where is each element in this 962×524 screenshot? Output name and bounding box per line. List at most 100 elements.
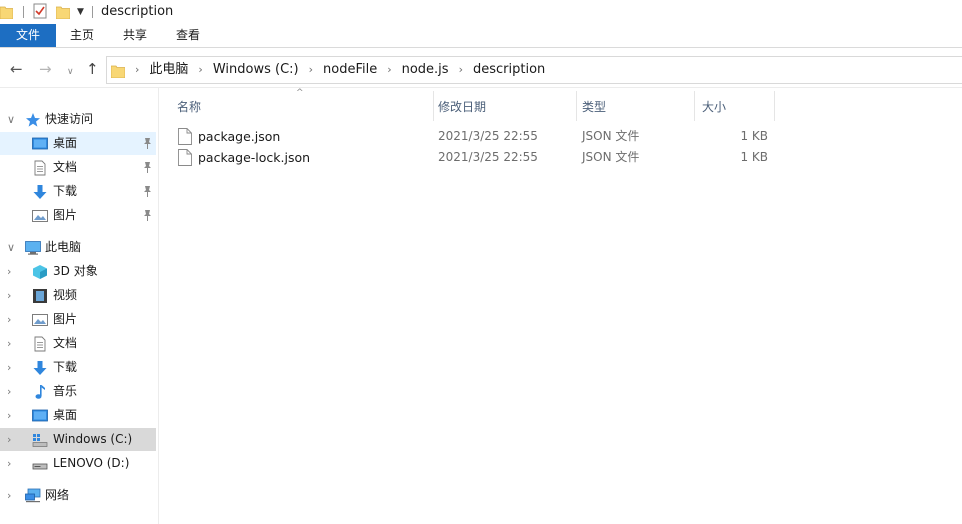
video-icon <box>33 289 47 303</box>
pin-icon[interactable] <box>142 161 153 174</box>
computer-icon <box>25 241 41 255</box>
drive-icon <box>32 463 48 470</box>
sidebar-item-pictures-pinned[interactable]: 图片 <box>0 204 156 227</box>
sidebar-item-desktop[interactable]: › 桌面 <box>0 404 156 427</box>
sidebar-item-network[interactable]: › 网络 <box>0 484 156 507</box>
address-bar[interactable]: › 此电脑 › Windows (C:) › nodeFile › node.j… <box>106 56 962 84</box>
network-icon <box>25 488 41 503</box>
desktop-icon <box>32 409 48 422</box>
chevron-right-icon[interactable]: › <box>7 457 11 470</box>
download-icon <box>33 361 47 375</box>
pin-icon[interactable] <box>142 137 153 150</box>
breadcrumb-windows-c[interactable]: Windows (C:) <box>213 62 299 78</box>
sidebar-item-label: 网络 <box>45 488 70 502</box>
pin-icon[interactable] <box>142 209 153 222</box>
chevron-right-icon[interactable]: › <box>7 337 11 350</box>
chevron-right-icon[interactable]: › <box>7 289 11 302</box>
column-header-name[interactable]: 名称 <box>177 93 433 121</box>
sidebar-item-this-pc[interactable]: ∨ 此电脑 <box>0 236 156 259</box>
sidebar-item-label: Windows (C:) <box>53 432 133 446</box>
up-arrow-icon[interactable]: ↑ <box>86 60 99 78</box>
chevron-right-icon[interactable]: › <box>7 313 11 326</box>
download-icon <box>33 185 47 199</box>
chevron-right-icon[interactable]: › <box>7 385 11 398</box>
file-date: 2021/3/25 22:55 <box>438 150 538 164</box>
sidebar-item-lenovo-d[interactable]: › LENOVO (D:) <box>0 452 156 475</box>
sidebar-item-label: 下载 <box>53 184 78 198</box>
column-header-date[interactable]: 修改日期 <box>438 93 576 121</box>
tab-share[interactable]: 共享 <box>114 24 156 47</box>
breadcrumb-description[interactable]: description <box>473 62 545 78</box>
file-size: 1 KB <box>740 129 768 143</box>
back-arrow-icon[interactable]: ← <box>10 60 23 78</box>
picture-icon <box>32 314 48 326</box>
file-type: JSON 文件 <box>582 150 640 164</box>
3d-objects-icon <box>33 265 47 279</box>
file-size: 1 KB <box>740 150 768 164</box>
customize-toolbar-dropdown-icon[interactable]: ▼ <box>77 5 84 19</box>
recent-locations-chevron-icon[interactable]: ∨ <box>67 63 74 81</box>
sidebar-item-label: 视频 <box>53 288 78 302</box>
tab-file[interactable]: 文件 <box>0 24 56 47</box>
desktop-icon <box>32 137 48 150</box>
forward-arrow-icon[interactable]: → <box>39 60 52 78</box>
column-header-type[interactable]: 类型 <box>582 93 694 121</box>
chevron-right-icon[interactable]: › <box>459 63 463 77</box>
file-name: package.json <box>198 129 281 144</box>
breadcrumb-this-pc[interactable]: 此电脑 <box>149 62 188 78</box>
chevron-right-icon[interactable]: › <box>7 265 11 278</box>
chevron-down-icon[interactable]: ∨ <box>7 241 15 254</box>
chevron-down-icon[interactable]: ∨ <box>7 113 15 126</box>
chevron-right-icon[interactable]: › <box>7 433 11 446</box>
properties-icon[interactable] <box>33 3 47 19</box>
pin-icon[interactable] <box>142 185 153 198</box>
file-row-package-json[interactable]: package.json 2021/3/25 22:55 JSON 文件 1 K… <box>174 126 774 147</box>
chevron-right-icon[interactable]: › <box>7 409 11 422</box>
file-row-package-lock-json[interactable]: package-lock.json 2021/3/25 22:55 JSON 文… <box>174 147 774 168</box>
sidebar-item-label: LENOVO (D:) <box>53 456 130 470</box>
breadcrumb-nodefile[interactable]: nodeFile <box>323 62 377 78</box>
chevron-right-icon[interactable]: › <box>387 63 391 77</box>
sidebar-item-3d-objects[interactable]: › 3D 对象 <box>0 260 156 283</box>
sidebar-item-documents-pinned[interactable]: 文档 <box>0 156 156 179</box>
file-list: ^ 名称 修改日期 类型 大小 package.json 2021/3/25 2… <box>160 88 962 524</box>
sidebar-item-pictures[interactable]: › 图片 <box>0 308 156 331</box>
chevron-right-icon[interactable]: › <box>198 63 202 77</box>
file-icon <box>178 128 192 145</box>
tab-home[interactable]: 主页 <box>62 24 102 47</box>
file-name: package-lock.json <box>198 150 311 165</box>
title-bar: ▼ description <box>0 0 962 24</box>
breadcrumb-nodejs[interactable]: node.js <box>402 62 449 78</box>
sidebar-item-label: 图片 <box>53 208 78 222</box>
file-icon <box>178 149 192 166</box>
sidebar-item-desktop-pinned[interactable]: 桌面 <box>0 132 156 155</box>
sidebar-item-label: 桌面 <box>53 408 78 422</box>
new-folder-icon[interactable] <box>56 4 70 19</box>
column-resize-handle[interactable] <box>576 91 577 121</box>
pane-divider[interactable] <box>158 88 159 524</box>
music-note-icon <box>35 385 45 399</box>
sidebar-item-downloads-pinned[interactable]: 下载 <box>0 180 156 203</box>
file-date: 2021/3/25 22:55 <box>438 129 538 143</box>
ribbon-divider <box>0 47 962 48</box>
column-resize-handle[interactable] <box>694 91 695 121</box>
column-header-size[interactable]: 大小 <box>702 93 774 121</box>
column-resize-handle[interactable] <box>433 91 434 121</box>
sidebar-item-documents[interactable]: › 文档 <box>0 332 156 355</box>
sidebar-item-label: 此电脑 <box>45 240 82 254</box>
sidebar-item-downloads[interactable]: › 下载 <box>0 356 156 379</box>
chevron-right-icon[interactable]: › <box>309 63 313 77</box>
sidebar-item-quick-access[interactable]: ∨ 快速访问 <box>0 108 156 131</box>
chevron-right-icon[interactable]: › <box>7 361 11 374</box>
folder-icon <box>111 65 125 78</box>
sidebar-item-label: 文档 <box>53 160 78 174</box>
tab-view[interactable]: 查看 <box>168 24 208 47</box>
sidebar-item-music[interactable]: › 音乐 <box>0 380 156 403</box>
sidebar-item-windows-c[interactable]: › Windows (C:) <box>0 428 156 451</box>
chevron-right-icon[interactable]: › <box>135 63 139 77</box>
chevron-right-icon[interactable]: › <box>7 489 11 502</box>
sidebar-item-label: 下载 <box>53 360 78 374</box>
column-resize-handle[interactable] <box>774 91 775 121</box>
folder-icon <box>0 6 13 19</box>
sidebar-item-videos[interactable]: › 视频 <box>0 284 156 307</box>
